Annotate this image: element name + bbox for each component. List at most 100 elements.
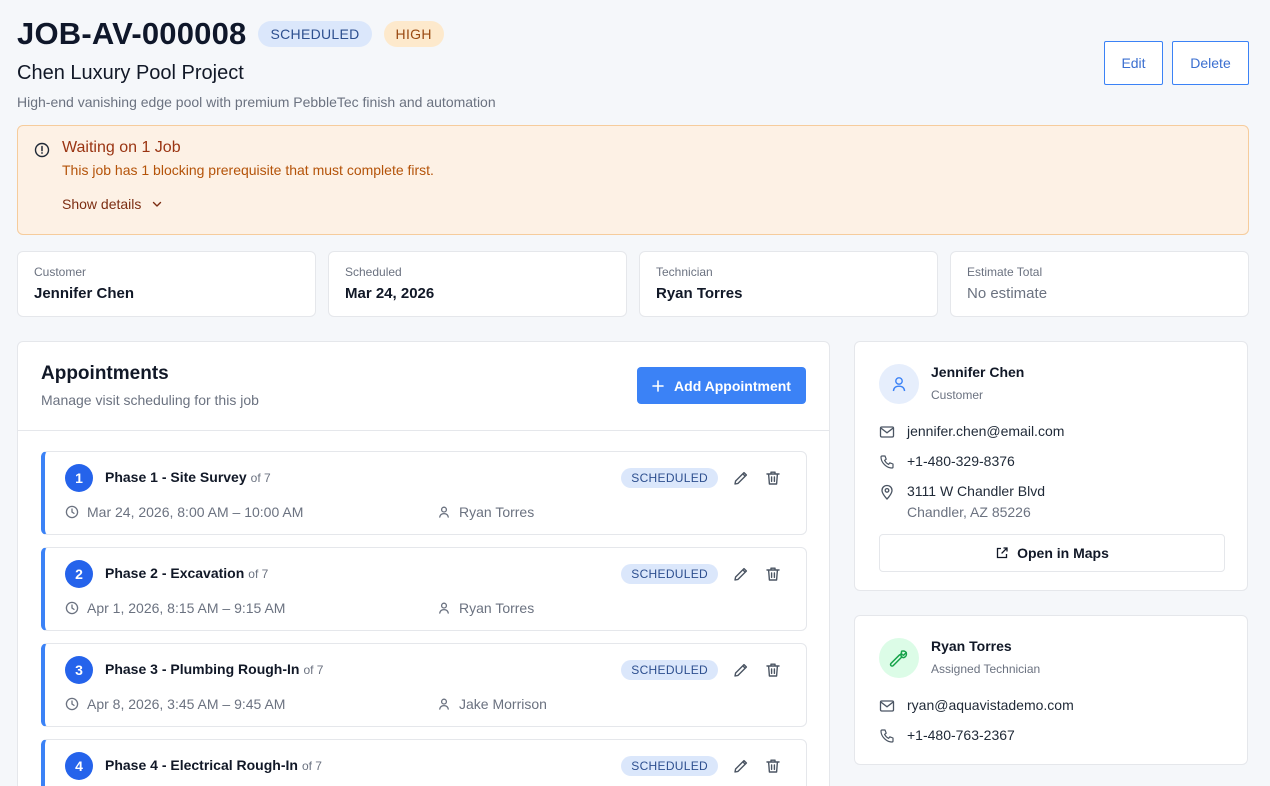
technician-name: Ryan Torres — [931, 638, 1012, 654]
customer-email: jennifer.chen@email.com — [907, 423, 1065, 439]
appointment-technician: Ryan Torres — [437, 600, 534, 616]
appointment-number: 1 — [65, 464, 93, 492]
user-icon — [892, 377, 906, 392]
technician-phone: +1-480-763-2367 — [907, 727, 1015, 743]
phone-icon — [880, 729, 894, 743]
pencil-icon[interactable] — [732, 661, 750, 679]
customer-phone: +1-480-329-8376 — [907, 453, 1015, 469]
appointments-title: Appointments — [41, 363, 169, 384]
appointment-time: Apr 8, 2026, 3:45 AM – 9:45 AM — [65, 696, 285, 712]
stat-label: Estimate Total — [967, 265, 1043, 279]
summary-stats: Customer Jennifer Chen Scheduled Mar 24,… — [17, 251, 1249, 317]
appointment-number: 4 — [65, 752, 93, 780]
appointment-status-badge: SCHEDULED — [621, 564, 718, 584]
customer-avatar — [879, 364, 919, 404]
user-icon — [438, 506, 450, 518]
appointment-technician: Ryan Torres — [437, 504, 534, 520]
appointment-time: Apr 1, 2026, 8:15 AM – 9:15 AM — [65, 600, 285, 616]
show-details-toggle[interactable]: Show details — [62, 196, 163, 212]
trash-icon[interactable] — [764, 757, 782, 775]
appointment-status-badge: SCHEDULED — [621, 756, 718, 776]
header-actions: Edit Delete — [1104, 41, 1249, 85]
add-appointment-label: Add Appointment — [674, 377, 791, 394]
stat-label: Scheduled — [345, 265, 402, 279]
add-appointment-button[interactable]: Add Appointment — [637, 367, 806, 404]
pencil-icon[interactable] — [732, 565, 750, 583]
map-pin-icon — [881, 484, 893, 500]
stat-value: Jennifer Chen — [34, 285, 135, 302]
appointment-status-badge: SCHEDULED — [621, 660, 718, 680]
appointment-name-text: Phase 1 - Site Survey — [105, 469, 247, 485]
technician-email: ryan@aquavistademo.com — [907, 697, 1074, 713]
trash-icon[interactable] — [764, 469, 782, 487]
customer-phone-row[interactable]: +1-480-329-8376 — [879, 453, 1015, 470]
appointment-name: Phase 2 - Excavation of 7 — [105, 565, 268, 581]
appointment-of: of 7 — [301, 759, 322, 773]
clock-icon — [65, 601, 79, 615]
mail-icon — [879, 426, 895, 438]
edit-button[interactable]: Edit — [1104, 41, 1163, 85]
stat-estimate-total: Estimate Total No estimate — [950, 251, 1249, 317]
mail-icon — [879, 700, 895, 712]
appointment-name: Phase 4 - Electrical Rough-In of 7 — [105, 757, 322, 773]
appointment-item[interactable]: 1 Phase 1 - Site Survey of 7 SCHEDULED Ma… — [41, 451, 807, 535]
alert-text: This job has 1 blocking prerequisite tha… — [62, 162, 434, 178]
external-link-icon — [996, 547, 1008, 559]
appointment-item[interactable]: 4 Phase 4 - Electrical Rough-In of 7 SCHE… — [41, 739, 807, 786]
appointment-tech-name: Jake Morrison — [459, 696, 547, 712]
clock-icon — [65, 697, 79, 711]
chevron-down-icon — [153, 201, 162, 207]
stat-customer: Customer Jennifer Chen — [17, 251, 316, 317]
status-badge: SCHEDULED — [258, 21, 372, 47]
title-row: JOB-AV-000008 SCHEDULED HIGH — [17, 16, 1249, 52]
open-in-maps-button[interactable]: Open in Maps — [879, 534, 1225, 572]
customer-role: Customer — [931, 388, 984, 402]
appointment-item[interactable]: 2 Phase 2 - Excavation of 7 SCHEDULED Apr… — [41, 547, 807, 631]
appointment-of: of 7 — [248, 567, 269, 581]
clock-icon — [65, 505, 79, 519]
technician-phone-row[interactable]: +1-480-763-2367 — [879, 727, 1015, 744]
stat-value: Mar 24, 2026 — [345, 285, 435, 302]
appointment-technician: Jake Morrison — [437, 696, 547, 712]
appointment-status-badge: SCHEDULED — [621, 468, 718, 488]
appointment-name-text: Phase 3 - Plumbing Rough-In — [105, 661, 300, 677]
customer-name: Jennifer Chen — [931, 364, 1025, 380]
stat-label: Technician — [656, 265, 713, 279]
appointment-name-text: Phase 4 - Electrical Rough-In — [105, 757, 298, 773]
blocking-alert: Waiting on 1 Job This job has 1 blocking… — [17, 125, 1249, 235]
appointment-name: Phase 1 - Site Survey of 7 — [105, 469, 271, 485]
appointment-name: Phase 3 - Plumbing Rough-In of 7 — [105, 661, 323, 677]
stat-value: Ryan Torres — [656, 285, 743, 302]
appointment-of: of 7 — [250, 471, 271, 485]
appointment-tech-name: Ryan Torres — [459, 600, 535, 616]
address-line1: 3111 W Chandler Blvd — [907, 483, 1045, 499]
stat-technician: Technician Ryan Torres — [639, 251, 938, 317]
wrench-icon — [889, 650, 908, 667]
appointment-number: 2 — [65, 560, 93, 588]
appointment-item[interactable]: 3 Phase 3 - Plumbing Rough-In of 7 SCHEDU… — [41, 643, 807, 727]
appointment-time-text: Apr 8, 2026, 3:45 AM – 9:45 AM — [87, 696, 286, 712]
pencil-icon[interactable] — [732, 757, 750, 775]
user-icon — [438, 698, 450, 710]
appointment-name-text: Phase 2 - Excavation — [105, 565, 245, 581]
delete-button[interactable]: Delete — [1172, 41, 1249, 85]
trash-icon[interactable] — [764, 565, 782, 583]
job-description: High-end vanishing edge pool with premiu… — [17, 94, 496, 110]
phone-icon — [880, 455, 894, 469]
customer-address: 3111 W Chandler Blvd Chandler, AZ 85226 — [907, 483, 1045, 520]
appointment-tech-name: Ryan Torres — [459, 504, 535, 520]
stat-value: No estimate — [967, 285, 1048, 302]
customer-address-row: 3111 W Chandler Blvd Chandler, AZ 85226 — [879, 483, 1045, 520]
trash-icon[interactable] — [764, 661, 782, 679]
pencil-icon[interactable] — [732, 469, 750, 487]
appointments-panel: Appointments Manage visit scheduling for… — [17, 341, 830, 786]
customer-email-row[interactable]: jennifer.chen@email.com — [879, 423, 1064, 440]
appointments-header: Appointments Manage visit scheduling for… — [18, 342, 829, 431]
appointments-subtitle: Manage visit scheduling for this job — [41, 392, 259, 408]
job-header: JOB-AV-000008 SCHEDULED HIGH Chen Luxury… — [17, 16, 1249, 116]
priority-badge: HIGH — [383, 21, 444, 47]
show-details-label: Show details — [62, 196, 142, 212]
open-in-maps-label: Open in Maps — [1017, 545, 1109, 561]
technician-email-row[interactable]: ryan@aquavistademo.com — [879, 697, 1074, 714]
alert-title: Waiting on 1 Job — [62, 139, 181, 156]
